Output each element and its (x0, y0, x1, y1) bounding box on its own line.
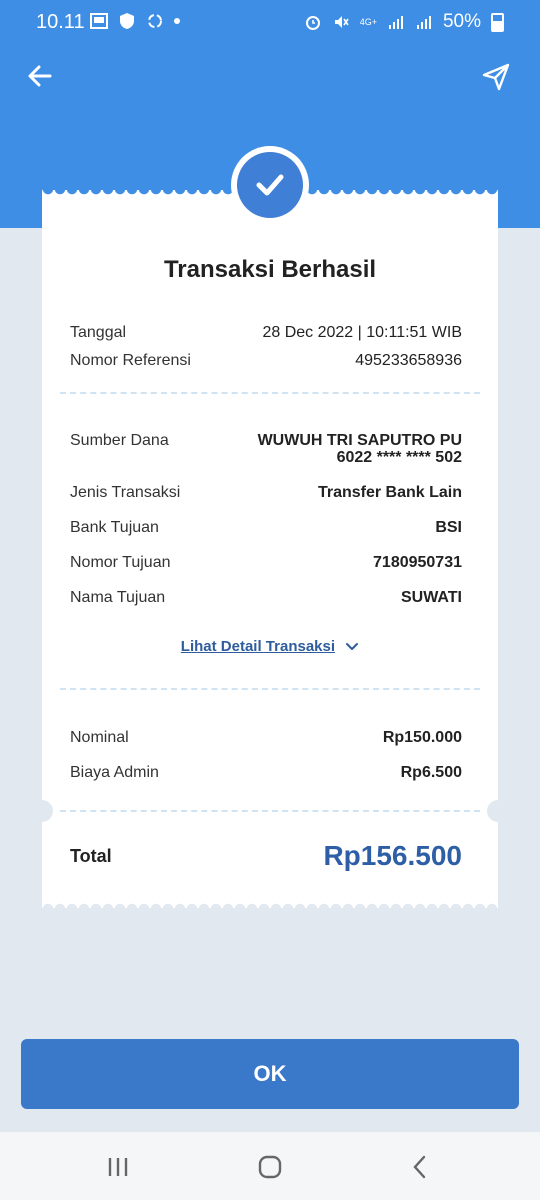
nominal-label: Nominal (70, 729, 129, 746)
sync-icon (148, 14, 162, 28)
home-icon[interactable] (255, 1152, 285, 1182)
alarm-icon (305, 16, 320, 30)
total-label: Total (70, 845, 112, 866)
reference-row: Nomor Referensi 495233658936 (70, 352, 462, 370)
destination-name-value: SUWATI (400, 589, 462, 606)
success-badge (231, 146, 309, 224)
receipt-notch-left (31, 800, 53, 822)
signal-icon-2 (416, 16, 431, 29)
ok-button[interactable]: OK (21, 1039, 519, 1109)
source-account: 6022 **** **** 502 (336, 449, 462, 466)
reference-value: 495233658936 (355, 352, 462, 369)
admin-fee-row: Biaya Admin Rp6.500 (70, 764, 462, 782)
divider (60, 392, 480, 394)
destination-name-label: Nama Tujuan (70, 589, 166, 606)
back-nav-icon[interactable] (405, 1152, 435, 1182)
page-title: Transaksi Berhasil (163, 256, 377, 283)
source-row: Sumber Dana WUWUH TRI SAPUTRO PU 6022 **… (70, 432, 462, 466)
mute-icon (334, 16, 349, 28)
source-name: WUWUH TRI SAPUTRO PU (257, 432, 462, 449)
destination-name-row: Nama Tujuan SUWATI (70, 589, 462, 607)
destination-number-row: Nomor Tujuan 7180950731 (70, 554, 462, 572)
view-details-link[interactable]: Lihat Detail Transaksi (42, 638, 498, 655)
source-label: Sumber Dana (70, 432, 169, 449)
view-details-label: Lihat Detail Transaksi (180, 638, 336, 655)
bank-row: Bank Tujuan BSI (70, 519, 462, 537)
date-value: 28 Dec 2022 | 10:11:51 WIB (262, 324, 462, 341)
bank-label: Bank Tujuan (70, 519, 159, 536)
destination-number-label: Nomor Tujuan (70, 554, 171, 571)
nominal-row: Nominal Rp150.000 (70, 729, 462, 747)
receipt-card: Transaksi Berhasil Tanggal 28 Dec 2022 |… (31, 189, 509, 909)
date-row: Tanggal 28 Dec 2022 | 10:11:51 WIB (70, 324, 462, 342)
bank-value: BSI (435, 519, 462, 536)
transaction-type-label: Jenis Transaksi (70, 484, 181, 501)
transaction-type-value: Transfer Bank Lain (317, 484, 462, 501)
admin-fee-label: Biaya Admin (70, 764, 159, 781)
destination-number-value: 7180950731 (373, 554, 462, 571)
dot-icon (174, 18, 180, 24)
total-value: Rp156.500 (323, 840, 462, 871)
battery-icon (491, 12, 504, 32)
arrow-left-icon[interactable] (22, 58, 58, 94)
divider (60, 688, 480, 690)
admin-fee-value: Rp6.500 (400, 764, 462, 781)
network-type: 4G+ (359, 16, 377, 27)
receipt-notch-right (487, 800, 509, 822)
send-icon[interactable] (478, 58, 514, 94)
total-row: Total Rp156.500 (70, 840, 462, 872)
nominal-value: Rp150.000 (382, 729, 462, 746)
status-bar: 10.11 4G+ 50% (0, 0, 540, 46)
battery-percent: 50% (442, 11, 481, 32)
system-nav-bar (0, 1132, 540, 1200)
divider (60, 810, 480, 812)
transaction-type-row: Jenis Transaksi Transfer Bank Lain (70, 484, 462, 502)
status-time: 10.11 (36, 11, 85, 33)
signal-icon (388, 16, 403, 29)
reference-label: Nomor Referensi (70, 352, 191, 369)
shield-icon (120, 13, 134, 29)
receipt-edge-bottom (42, 901, 498, 909)
checkmark-icon (256, 174, 284, 196)
chevron-down-icon (346, 643, 359, 651)
date-label: Tanggal (70, 324, 127, 341)
app-notification-icon (90, 13, 108, 29)
recent-apps-icon[interactable] (103, 1152, 133, 1182)
